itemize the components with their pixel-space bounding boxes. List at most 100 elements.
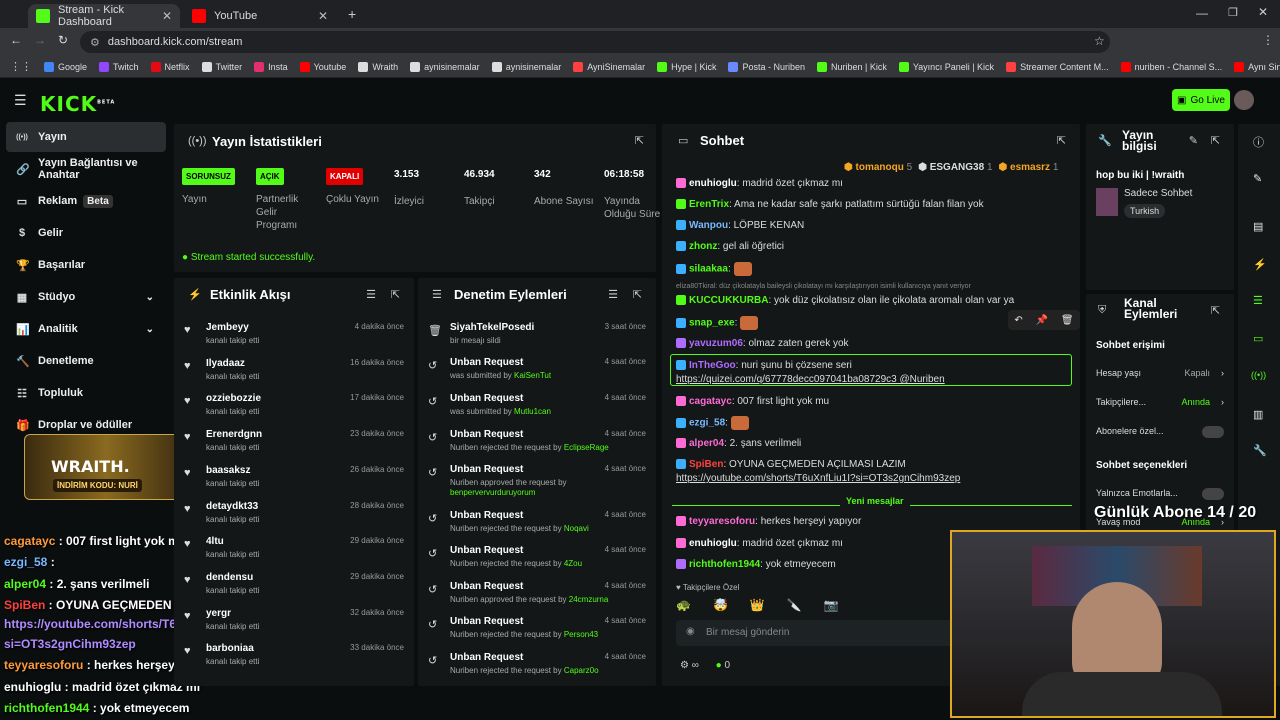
sidebar-item-achievements[interactable]: 🏆 Başarılar [6, 250, 166, 280]
chat-message[interactable]: zhonz: gel ali öğretici [676, 241, 784, 252]
settings-icon[interactable]: ⚙ ∞ [680, 660, 699, 671]
list-item[interactable]: ↺ Unban Request Nuriben rejected the reque… [418, 429, 656, 465]
broadcast-icon[interactable]: ((•)) [1251, 370, 1266, 380]
bookmark-item[interactable]: Google [44, 61, 87, 72]
minimize-icon[interactable]: — [1196, 6, 1208, 20]
list-item[interactable]: ♥ yergr kanalı takip etti 32 dakika önce [174, 608, 414, 644]
chat-username[interactable]: SpiBen [689, 459, 723, 470]
bookmark-star-icon[interactable]: ☆ [1094, 34, 1105, 48]
bookmark-item[interactable]: Twitch [99, 61, 139, 72]
edit-icon[interactable]: ✎ [1189, 134, 1198, 147]
wrench-icon[interactable]: 🔧 [1253, 444, 1267, 457]
emote-icon[interactable]: 🔪 [787, 598, 802, 614]
chat-username[interactable]: cagatayc [689, 396, 732, 407]
reply-icon[interactable]: ↶ [1014, 315, 1022, 326]
chat-username[interactable]: zhonz [689, 241, 717, 252]
chat-username[interactable]: ezgi_58 [689, 418, 725, 429]
list-item[interactable]: ♥ 4ltu kanalı takip etti 29 dakika önce [174, 536, 414, 572]
delete-icon[interactable]: 🗑 [1061, 315, 1074, 326]
list-item[interactable]: ♥ baasaksz kanalı takip etti 26 dakika önce [174, 465, 414, 501]
popout-icon[interactable]: ⇱ [633, 288, 642, 301]
close-icon[interactable]: ✕ [318, 9, 328, 23]
toggle-switch[interactable] [1202, 488, 1224, 500]
sidebar-item-analytics[interactable]: 📊 Analitik ⌄ [6, 314, 166, 344]
chat-username[interactable]: KUCCUKKURBA [689, 295, 768, 306]
setting-row[interactable]: Hesap yaşı Kapalı › [1096, 368, 1224, 384]
bookmark-item[interactable]: Hype | Kick [657, 61, 716, 72]
top-gifter[interactable]: ⬢ ESGANG38 1 [918, 162, 992, 173]
chat-username[interactable]: richthofen1944 [689, 559, 760, 570]
emote-icon[interactable]: 🤯 [713, 598, 728, 614]
popout-icon[interactable]: ⇱ [1211, 304, 1220, 317]
chat-input[interactable]: ◉ Bir mesaj gönderin [676, 620, 956, 646]
chat-username[interactable]: silaakaa [689, 264, 728, 275]
chat-username[interactable]: alper04 [689, 438, 724, 449]
bookmark-item[interactable]: Yayıncı Paneli | Kick [898, 61, 994, 72]
chat-username[interactable]: Wanpou [689, 220, 728, 231]
chat-message[interactable]: snap_exe: [676, 316, 759, 330]
chat-link[interactable]: https://youtube.com/shorts/T6uXnfLiu1I?s… [676, 473, 960, 484]
menu-icon[interactable]: ⋮ [1262, 33, 1274, 47]
popout-icon[interactable]: ⇱ [391, 288, 400, 301]
tab-youtube[interactable]: YouTube ✕ [184, 4, 336, 28]
setting-row[interactable]: Yalnızca Emotlarla... [1096, 488, 1224, 504]
filter-icon[interactable]: ☰ [608, 288, 618, 301]
chat-message[interactable]: Wanpou: LÖPBE KENAN [676, 220, 804, 231]
list-item[interactable]: ♥ dendensu kanalı takip etti 29 dakika önce [174, 572, 414, 608]
info-icon[interactable]: ⓘ [1253, 134, 1264, 150]
chat-username[interactable]: InTheGoo [689, 360, 736, 371]
chat-message[interactable]: InTheGoo: nuri şunu bi çözsene seri [676, 360, 852, 371]
list-item[interactable]: ↺ Unban Request Nuriben approved the reque… [418, 581, 656, 617]
popout-icon[interactable]: ⇱ [1211, 134, 1220, 147]
bookmark-item[interactable]: aynisinemalar [410, 61, 480, 72]
go-live-button[interactable]: ▣ Go Live [1172, 89, 1230, 111]
sidebar-item-ads[interactable]: ▭ Reklam Beta [6, 186, 166, 216]
category-name[interactable]: Sadece Sohbet [1124, 188, 1192, 199]
close-window-icon[interactable]: ✕ [1258, 5, 1268, 19]
bookmark-item[interactable]: Wraith [358, 61, 398, 72]
popout-icon[interactable]: ⇱ [635, 134, 644, 147]
emote-icon[interactable]: 📷 [824, 598, 839, 614]
site-info-icon[interactable]: ⚙ [90, 36, 100, 49]
new-tab-icon[interactable]: + [348, 6, 356, 22]
list-item[interactable]: ↺ Unban Request Nuriben rejected the reque… [418, 616, 656, 652]
list-item[interactable]: ♥ barboniaa kanalı takip etti 33 dakika önc… [174, 643, 414, 679]
reload-icon[interactable]: ↻ [58, 33, 68, 47]
toggle-switch[interactable] [1202, 426, 1224, 438]
chat-message[interactable]: SpiBen: OYUNA GEÇMEDEN AÇILMASI LAZIM [676, 459, 906, 470]
sidebar-item-stream-key[interactable]: 🔗 Yayın Bağlantısı ve Anahtar [6, 154, 166, 184]
sidebar-item-stream[interactable]: ((•)) Yayın [6, 122, 166, 152]
storage-icon[interactable]: ▥ [1253, 408, 1263, 421]
top-gifter[interactable]: ⬢ esmasrz 1 [999, 162, 1059, 173]
apps-icon[interactable]: ⋮⋮ [10, 60, 32, 73]
bookmark-item[interactable]: Aynı Sinemalar - Ça... [1234, 61, 1280, 72]
hamburger-menu-icon[interactable]: ☰ [14, 92, 27, 109]
bookmark-item[interactable]: nuriben - Channel S... [1120, 61, 1222, 72]
chat-message[interactable]: ErenTrix: Ama ne kadar safe şarkı patlat… [676, 199, 984, 210]
sidebar-item-studio[interactable]: ▦ Stüdyo ⌄ [6, 282, 166, 312]
setting-row[interactable]: Abonelere özel... [1096, 426, 1224, 442]
chat-username[interactable]: snap_exe [689, 318, 735, 329]
popout-icon[interactable]: ⇱ [1057, 134, 1066, 147]
bookmark-item[interactable]: Twitter [201, 61, 242, 72]
bookmark-item[interactable]: AyniSinemalar [573, 61, 645, 72]
list-item[interactable]: ↺ Unban Request Nuriben approved the reque… [418, 464, 656, 500]
avatar[interactable] [1234, 90, 1254, 110]
list-item[interactable]: ♥ detaydkt33 kanalı takip etti 28 dakika ön… [174, 501, 414, 537]
bookmark-item[interactable]: Posta - Nuriben [728, 61, 805, 72]
kick-logo[interactable]: KICKBETA [40, 92, 115, 116]
chat-message[interactable]: richthofen1944: yok etmeyecem [676, 559, 836, 570]
emote-bar[interactable]: 🐢 🤯 👑 🔪 📷 [676, 598, 936, 614]
chat-message[interactable]: silaakaa: [676, 262, 752, 276]
list-item[interactable]: ↺ Unban Request Nuriben rejected the reque… [418, 652, 656, 688]
emote-icon[interactable]: 🐢 [676, 598, 691, 614]
list-item[interactable]: ↺ Unban Request Nuriben rejected the reque… [418, 510, 656, 546]
sidebar-item-moderation[interactable]: 🔨 Denetleme [6, 346, 166, 376]
edit-icon[interactable]: ✎ [1253, 172, 1262, 185]
chat-message[interactable]: cagatayc: 007 first light yok mu [676, 396, 829, 407]
list-item[interactable]: ↺ Unban Request was submitted by Mutlu1can… [418, 393, 656, 429]
top-gifter[interactable]: ⬢ tomanoqu 5 [844, 162, 912, 173]
close-icon[interactable]: ✕ [162, 9, 172, 23]
list-item[interactable]: ♥ ozziebozzie kanalı takip etti 17 dakika ö… [174, 393, 414, 429]
language-tag[interactable]: Turkish [1124, 204, 1166, 218]
